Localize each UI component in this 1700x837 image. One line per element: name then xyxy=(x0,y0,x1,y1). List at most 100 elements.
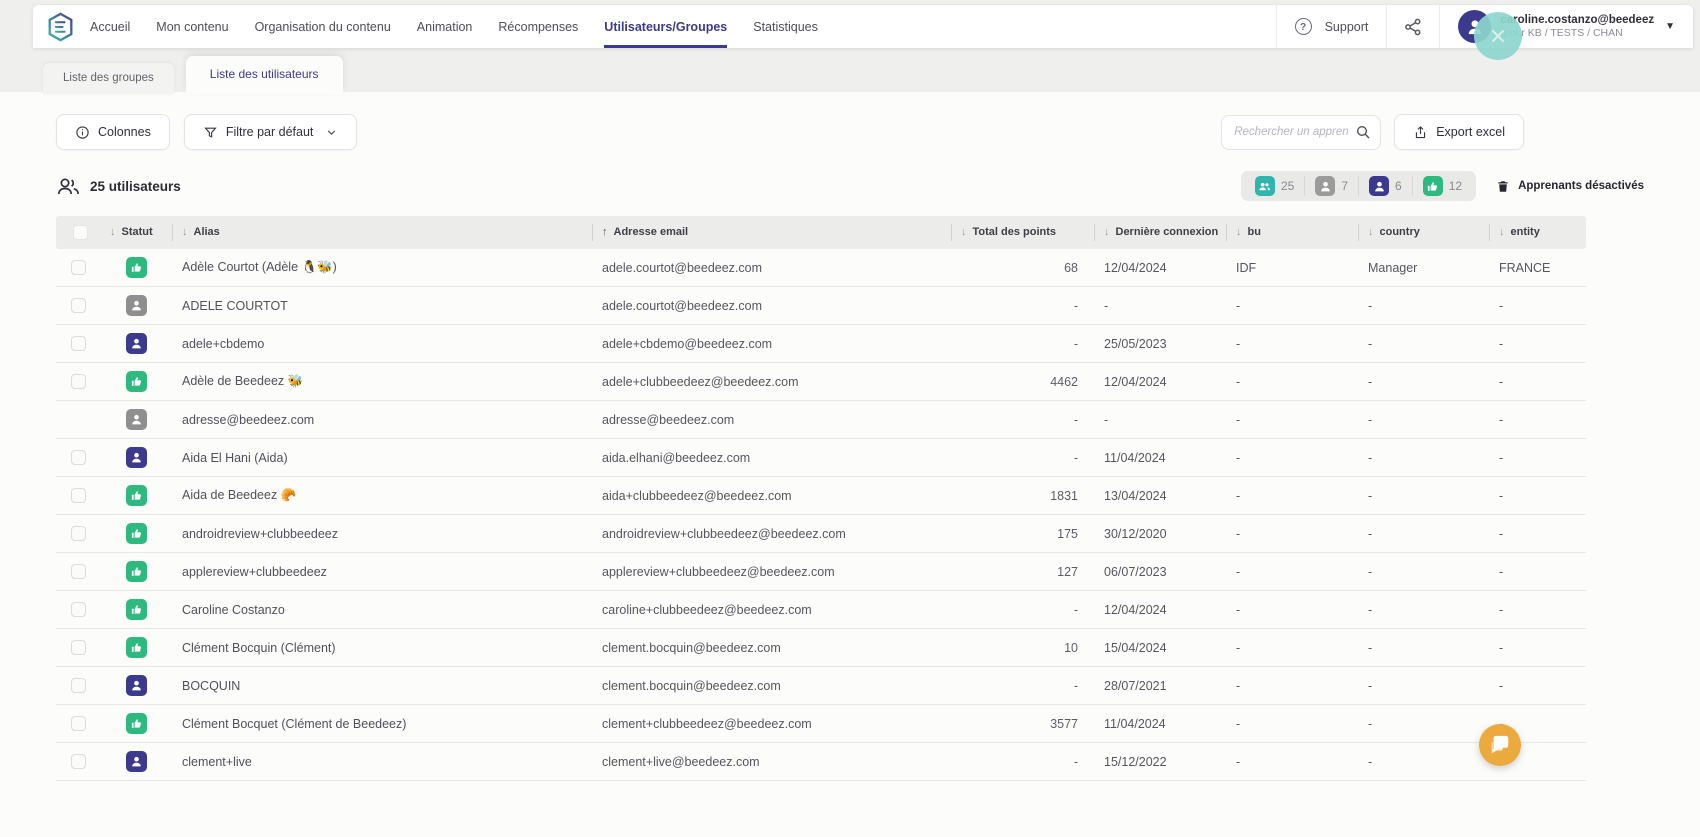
cell-points: - xyxy=(951,603,1094,617)
cell-statut xyxy=(100,333,172,354)
support-label: Support xyxy=(1325,20,1369,34)
table-row[interactable]: Clément Bocquet (Clément de Beedeez)clem… xyxy=(56,705,1586,743)
table-row[interactable]: Adèle Courtot (Adèle 🐧🐝)adele.courtot@be… xyxy=(56,249,1586,287)
nav-item-organisation-du-contenu[interactable]: Organisation du contenu xyxy=(255,5,391,48)
cell-email: adele.courtot@beedeez.com xyxy=(592,299,951,313)
row-checkbox[interactable] xyxy=(71,754,86,769)
column-header-adresse-email[interactable]: ↑ Adresse email xyxy=(592,216,951,249)
row-checkbox[interactable] xyxy=(71,336,86,351)
cell-entity: - xyxy=(1489,375,1586,389)
overlay-close-button[interactable] xyxy=(1474,12,1522,60)
cell-country: - xyxy=(1358,755,1489,769)
table-row[interactable]: ADELE COURTOTadele.courtot@beedeez.com--… xyxy=(56,287,1586,325)
row-checkbox[interactable] xyxy=(71,298,86,313)
chevron-down-icon: ▼ xyxy=(1665,21,1675,32)
beedeez-logo[interactable] xyxy=(47,5,74,48)
search-icon[interactable] xyxy=(1355,124,1371,140)
org-share-icon[interactable] xyxy=(1386,5,1439,48)
row-checkbox[interactable] xyxy=(71,640,86,655)
row-checkbox[interactable] xyxy=(71,260,86,275)
row-checkbox[interactable] xyxy=(71,678,86,693)
nav-item-animation[interactable]: Animation xyxy=(417,5,473,48)
cell-country: - xyxy=(1358,641,1489,655)
row-checkbox[interactable] xyxy=(71,602,86,617)
column-header-entity[interactable]: ↓entity xyxy=(1489,216,1586,249)
cell-statut xyxy=(100,485,172,506)
cell-bu: - xyxy=(1226,717,1358,731)
nav-item-r-compenses[interactable]: Récompenses xyxy=(498,5,578,48)
export-excel-button[interactable]: Export excel xyxy=(1394,114,1524,150)
cell-statut xyxy=(100,675,172,696)
cell-entity: - xyxy=(1489,413,1586,427)
support-button[interactable]: ? Support xyxy=(1276,5,1387,48)
users-icon xyxy=(1255,176,1275,196)
status-active-icon xyxy=(126,713,147,734)
status-active-icon xyxy=(126,371,147,392)
cell-last-login: 12/04/2024 xyxy=(1094,375,1226,389)
person-icon xyxy=(1369,176,1389,196)
toolbar-left: Colonnes Filtre par défaut xyxy=(56,114,357,150)
sort-up-icon: ↑ xyxy=(602,226,608,238)
table-row[interactable]: Caroline Costanzocaroline+clubbeedeez@be… xyxy=(56,591,1586,629)
cell-last-login: 30/12/2020 xyxy=(1094,527,1226,541)
column-header-country[interactable]: ↓country xyxy=(1358,216,1489,249)
row-checkbox[interactable] xyxy=(71,488,86,503)
sort-down-icon: ↓ xyxy=(1104,226,1110,238)
cell-points: - xyxy=(951,679,1094,693)
chat-widget-button[interactable] xyxy=(1479,724,1521,766)
badge-thumb-12[interactable]: 12 xyxy=(1412,176,1472,196)
column-header-alias[interactable]: ↓Alias xyxy=(172,216,592,249)
cell-entity: - xyxy=(1489,489,1586,503)
cell-points: 10 xyxy=(951,641,1094,655)
badge-person-6[interactable]: 6 xyxy=(1358,176,1412,196)
table-row[interactable]: Adèle de Beedeez 🐝adele+clubbeedeez@beed… xyxy=(56,363,1586,401)
cell-entity: - xyxy=(1489,679,1586,693)
row-checkbox-cell xyxy=(56,564,100,579)
table-row[interactable]: applereview+clubbeedeezapplereview+clubb… xyxy=(56,553,1586,591)
status-active-icon xyxy=(126,523,147,544)
column-header-statut[interactable]: ↓Statut xyxy=(100,216,172,249)
column-label: Alias xyxy=(194,226,220,238)
nav-item-accueil[interactable]: Accueil xyxy=(90,5,130,48)
default-filter-button[interactable]: Filtre par défaut xyxy=(184,114,358,150)
nav-item-utilisateurs-groupes[interactable]: Utilisateurs/Groupes xyxy=(604,5,727,48)
status-active-icon xyxy=(126,599,147,620)
column-header-derni-re-connexion[interactable]: ↓Dernière connexion xyxy=(1094,216,1226,249)
cell-last-login: 28/07/2021 xyxy=(1094,679,1226,693)
trash-icon xyxy=(1496,179,1510,194)
row-checkbox[interactable] xyxy=(71,450,86,465)
cell-bu: - xyxy=(1226,603,1358,617)
cell-bu: - xyxy=(1226,375,1358,389)
table-row[interactable]: Aida de Beedeez 🥐aida+clubbeedeez@beedee… xyxy=(56,477,1586,515)
status-invited-icon xyxy=(126,333,147,354)
cell-alias: Aida El Hani (Aida) xyxy=(172,451,592,465)
select-all-checkbox[interactable] xyxy=(73,225,88,240)
nav-item-statistiques[interactable]: Statistiques xyxy=(753,5,818,48)
cell-last-login: 25/05/2023 xyxy=(1094,337,1226,351)
table-row[interactable]: Aida El Hani (Aida)aida.elhani@beedeez.c… xyxy=(56,439,1586,477)
table-row[interactable]: adele+cbdemoadele+cbdemo@beedeez.com-25/… xyxy=(56,325,1586,363)
badge-person-7[interactable]: 7 xyxy=(1304,176,1358,196)
users-icon xyxy=(56,176,81,197)
cell-statut xyxy=(100,599,172,620)
table-row[interactable]: adresse@beedeez.comadresse@beedeez.com--… xyxy=(56,401,1586,439)
column-label: Adresse email xyxy=(614,226,689,238)
columns-button[interactable]: Colonnes xyxy=(56,114,170,150)
disabled-learners-button[interactable]: Apprenants désactivés xyxy=(1496,179,1644,194)
cell-entity: - xyxy=(1489,641,1586,655)
row-checkbox[interactable] xyxy=(71,564,86,579)
badge-users-25[interactable]: 25 xyxy=(1245,176,1304,196)
tab-liste-des-utilisateurs[interactable]: Liste des utilisateurs xyxy=(186,56,343,94)
column-header-bu[interactable]: ↓bu xyxy=(1226,216,1358,249)
column-header-total-des-points[interactable]: ↓Total des points xyxy=(951,216,1094,249)
row-checkbox[interactable] xyxy=(71,374,86,389)
nav-item-mon-contenu[interactable]: Mon contenu xyxy=(156,5,228,48)
table-row[interactable]: clement+liveclement+live@beedeez.com-15/… xyxy=(56,743,1586,781)
table-row[interactable]: androidreview+clubbeedeezandroidreview+c… xyxy=(56,515,1586,553)
tab-liste-des-groupes[interactable]: Liste des groupes xyxy=(43,63,174,94)
table-row[interactable]: Clément Bocquin (Clément)clement.bocquin… xyxy=(56,629,1586,667)
row-checkbox[interactable] xyxy=(71,526,86,541)
table-row[interactable]: BOCQUINclement.bocquin@beedeez.com-28/07… xyxy=(56,667,1586,705)
status-badge-group: 257612 xyxy=(1241,171,1476,201)
row-checkbox[interactable] xyxy=(71,716,86,731)
